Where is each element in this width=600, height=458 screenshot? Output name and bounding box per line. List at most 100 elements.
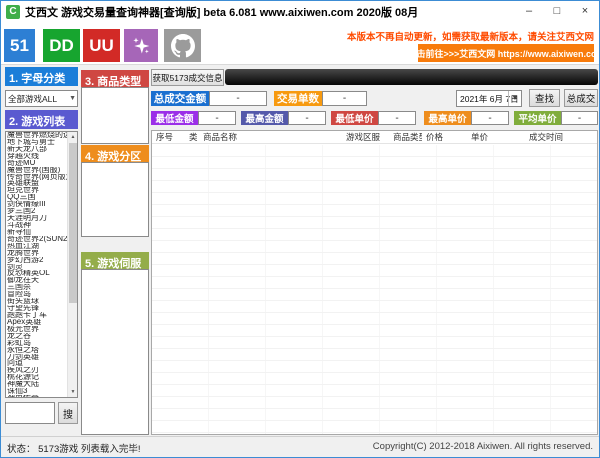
list-item[interactable]: 斗战神 [7, 222, 67, 229]
list-item[interactable]: 地下城与勇士 [7, 139, 67, 146]
game-list-scrollbar[interactable]: ▲ ▼ [67, 132, 77, 397]
list-item[interactable]: 街头篮球 [7, 298, 67, 305]
list-item[interactable]: 奇迹世界2(SUN2) [7, 236, 67, 243]
list-item[interactable]: Apex英雄 [7, 319, 67, 326]
game-zone-header: 4. 游戏分区 [81, 145, 149, 162]
list-item[interactable]: 坦克世界 [7, 187, 67, 194]
list-item[interactable]: 刀剑英雄 [7, 354, 67, 361]
list-item[interactable]: 剑侠情缘III [7, 201, 67, 208]
site-button-uu[interactable]: UU [83, 29, 120, 62]
list-item[interactable]: 永恒之塔 [7, 347, 67, 354]
order-count-label: 交易单数 [274, 91, 322, 106]
list-item[interactable]: 彩虹岛 [7, 340, 67, 347]
update-notice: 本版本不再自动更新，如需获取最新版本，请关注艾西文网 [347, 29, 594, 43]
game-server-listbox[interactable] [81, 269, 149, 435]
order-count-value: - [322, 91, 367, 106]
list-item[interactable]: 魔兽世界燃烧的远征 [7, 132, 67, 139]
max-unit-price-value: - [471, 111, 509, 125]
table-body[interactable] [152, 145, 597, 434]
website-link-button[interactable]: 点击前往>>>艾西文网 https://www.aixiwen.com [418, 44, 594, 62]
list-item[interactable]: 极光世界 [7, 326, 67, 333]
avg-unit-price-value: - [561, 111, 598, 125]
min-amount-value: - [198, 111, 236, 125]
scrollbar-thumb[interactable] [69, 143, 77, 303]
list-item[interactable]: 诛仙3 [7, 388, 67, 395]
list-item[interactable]: 反恐精英OL [7, 270, 67, 277]
minimize-button[interactable]: – [515, 1, 543, 23]
column-header: 商品名称 [199, 131, 342, 143]
max-amount-value: - [288, 111, 326, 125]
list-item[interactable]: 英雄联盟 [7, 180, 67, 187]
column-header: 价格 [422, 131, 467, 143]
site-button-github[interactable] [164, 29, 201, 62]
list-item[interactable]: 问道 [7, 360, 67, 367]
list-item[interactable]: 冒险岛 [7, 291, 67, 298]
list-item[interactable]: 神鬼传奇 [7, 395, 67, 398]
avg-unit-price-label: 平均单价 [514, 111, 561, 125]
title-bar: C 艾西文 游戏交易量查询神器[查询版] beta 6.081 www.aixi… [1, 1, 599, 23]
list-item[interactable]: 新天龙八部 [7, 146, 67, 153]
window-title: 艾西文 游戏交易量查询神器[查询版] beta 6.081 www.aixiwe… [25, 4, 418, 20]
game-list: 魔兽世界燃烧的远征地下城与勇士新天龙八部穿越火线奇迹MU魔兽世界(国服)传奇世界… [7, 132, 67, 398]
sparkle-icon [131, 36, 151, 56]
site-button-sparkle[interactable] [124, 29, 158, 62]
column-header: 商品类型 [389, 131, 422, 143]
total-amount-label: 总成交金额 [151, 91, 209, 106]
list-item[interactable]: 跑跑卡丁车 [7, 312, 67, 319]
list-item[interactable]: 梦幻西游2 [7, 257, 67, 264]
game-zone-listbox[interactable] [81, 162, 149, 237]
list-item[interactable]: 奇迹MU [7, 160, 67, 167]
list-item[interactable]: 三国杀 [7, 284, 67, 291]
fetch-data-button[interactable]: 获取5173成交信息 [151, 69, 224, 86]
list-item[interactable]: 新寻仙 [7, 229, 67, 236]
game-listbox[interactable]: 魔兽世界燃烧的远征地下城与勇士新天龙八部穿越火线奇迹MU魔兽世界(国服)传奇世界… [5, 131, 78, 398]
status-text: 状态： 5173游戏 列表载入完毕! [7, 441, 141, 455]
app-window: C 艾西文 游戏交易量查询神器[查询版] beta 6.081 www.aixi… [0, 0, 600, 458]
list-item[interactable]: 热血江湖 [7, 243, 67, 250]
min-unit-price-value: - [378, 111, 416, 125]
product-type-header: 3. 商品类型 [81, 70, 149, 87]
max-unit-price-label: 最高单价 [424, 111, 471, 125]
list-item[interactable]: 剑灵 [7, 264, 67, 271]
list-item[interactable]: 传奇世界(网页版) [7, 174, 67, 181]
game-list-header: 2. 游戏列表 [5, 110, 78, 129]
game-server-header: 5. 游戏伺服 [81, 252, 149, 269]
copyright-text: Copyright(C) 2012-2018 Aixiwen. All righ… [373, 441, 593, 452]
list-item[interactable]: 桃花源记 [7, 374, 67, 381]
game-search-button[interactable]: 搜 [58, 402, 78, 424]
letter-category-dropdown[interactable]: 全部游戏ALL ▼ [5, 90, 78, 107]
toolbar: 51 DD UU 本版本不再自动更新，如需获取最新版本，请关注艾西文网 点击前往… [1, 23, 599, 65]
column-header: 成交时间 [525, 131, 597, 143]
close-button[interactable]: × [571, 1, 599, 23]
list-item[interactable]: 御龙在天 [7, 277, 67, 284]
total-deal-button[interactable]: 总成交 [564, 89, 598, 107]
list-item[interactable]: 神魔大陆 [7, 381, 67, 388]
date-picker[interactable]: 2021年 6月 7日 ▼ [456, 90, 522, 107]
list-item[interactable]: 穿越火线 [7, 153, 67, 160]
scroll-down-icon[interactable]: ▼ [68, 387, 78, 397]
scroll-up-icon[interactable]: ▲ [68, 132, 78, 142]
maximize-button[interactable]: □ [543, 1, 571, 23]
list-item[interactable]: 天涯明月刀 [7, 215, 67, 222]
progress-bar [225, 69, 598, 85]
product-type-listbox[interactable] [81, 87, 149, 144]
chevron-down-icon[interactable]: ▼ [508, 91, 521, 106]
list-item[interactable]: 疾风之刃 [7, 367, 67, 374]
site-button-dd[interactable]: DD [43, 29, 80, 62]
list-item[interactable]: 龙之谷 [7, 333, 67, 340]
site-button-51[interactable]: 51 [4, 29, 35, 62]
list-item[interactable]: 守望先锋 [7, 305, 67, 312]
list-item[interactable]: 梦三国2 [7, 208, 67, 215]
column-header: 游戏区服 [342, 131, 389, 143]
letter-category-header: 1. 字母分类 [5, 67, 78, 86]
letter-category-value: 全部游戏ALL [8, 93, 57, 105]
results-table: 序号类商品名称游戏区服商品类型价格单价成交时间 [151, 130, 598, 435]
min-unit-price-label: 最低单价 [331, 111, 378, 125]
find-button[interactable]: 查找 [529, 89, 560, 107]
column-header: 类 [185, 131, 199, 143]
list-item[interactable]: QQ三国 [7, 194, 67, 201]
github-icon [171, 34, 195, 58]
list-item[interactable]: 龙腾世界 [7, 250, 67, 257]
list-item[interactable]: 魔兽世界(国服) [7, 167, 67, 174]
game-search-input[interactable] [5, 402, 55, 424]
